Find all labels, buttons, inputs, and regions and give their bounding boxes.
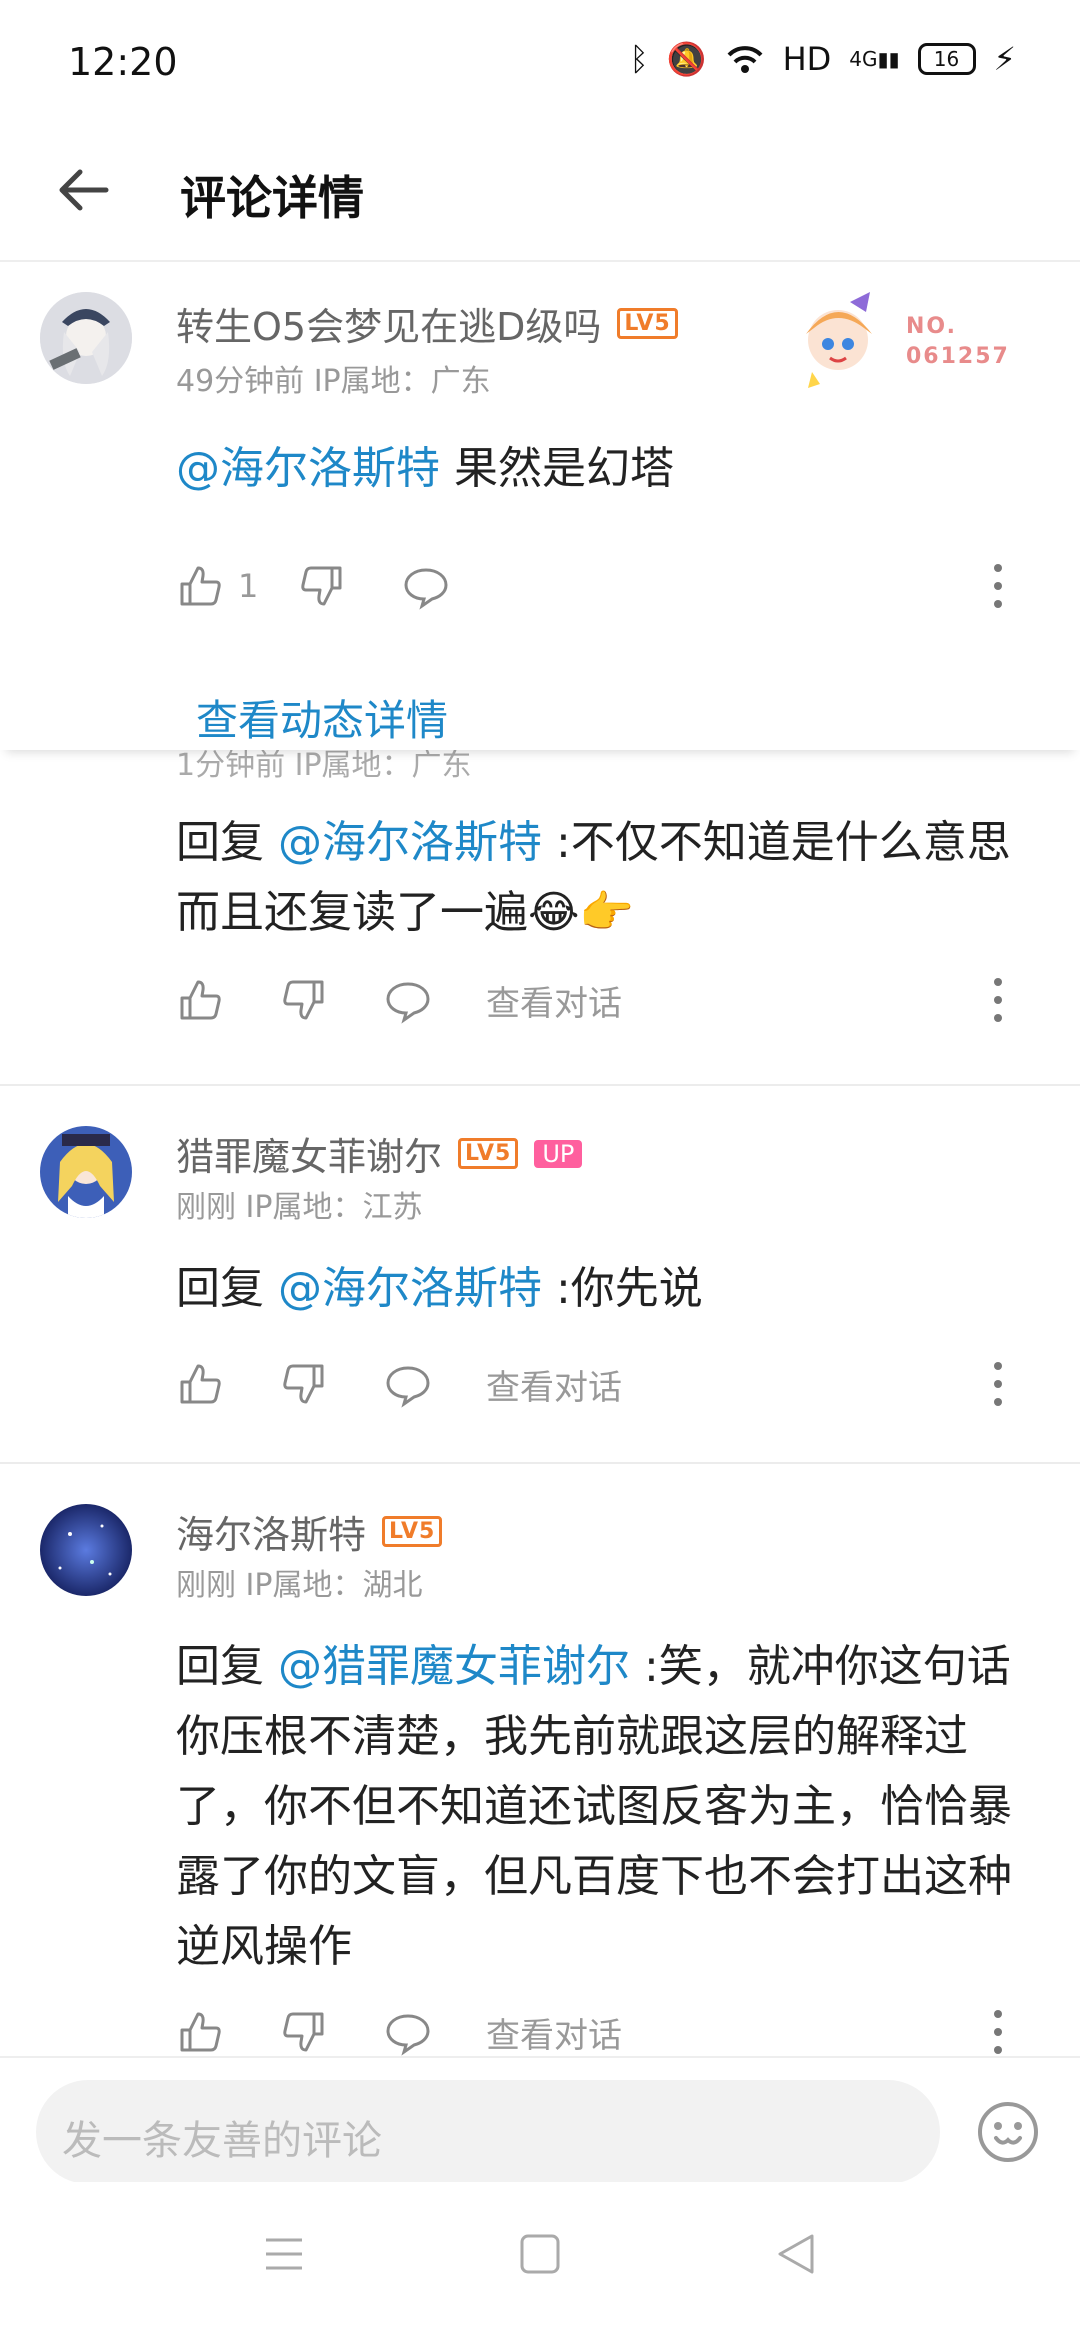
mention-link[interactable]: @海尔洛斯特 xyxy=(278,1263,542,1314)
like-icon[interactable] xyxy=(176,562,224,610)
charging-icon: ⚡ xyxy=(993,40,1016,78)
bluetooth-icon: ᛒ xyxy=(629,40,649,78)
comment-actions: 1 xyxy=(176,556,1006,616)
like-icon[interactable] xyxy=(176,976,224,1024)
like-count: 1 xyxy=(238,567,259,605)
main-comment-card: 转生O5会梦见在逃D级吗 LV5 49分钟前 IP属地：广东 NO. 06125… xyxy=(0,262,1080,750)
network-label: HD xyxy=(782,40,832,78)
wifi-icon xyxy=(727,46,763,73)
header: 评论详情 xyxy=(0,120,1080,262)
username[interactable]: 猎罪魔女菲谢尔 xyxy=(176,1126,442,1181)
battery-icon: 16 xyxy=(917,43,976,75)
status-time: 12:20 xyxy=(68,40,178,84)
comment-input[interactable]: 发一条友善的评论 xyxy=(36,2080,940,2184)
avatar[interactable] xyxy=(40,1126,132,1218)
comment-input-placeholder: 发一条友善的评论 xyxy=(62,2118,382,2164)
fan-medal: NO. 061257 xyxy=(790,284,1020,394)
mention-link[interactable]: @海尔洛斯特 xyxy=(176,443,440,494)
comment-meta: 49分钟前 IP属地：广东 xyxy=(176,364,491,399)
comment-text: @海尔洛斯特 果然是幻塔 xyxy=(176,443,674,494)
comment-actions: 查看对话 xyxy=(176,1354,1006,1414)
level-badge: LV5 xyxy=(458,1138,519,1169)
view-conversation-link[interactable]: 查看对话 xyxy=(486,2008,622,2057)
username[interactable]: 海尔洛斯特 xyxy=(176,1504,366,1559)
home-nav-icon[interactable] xyxy=(518,2232,562,2276)
comment-icon[interactable] xyxy=(384,976,432,1024)
mention-link[interactable]: @海尔洛斯特 xyxy=(278,817,542,868)
comment-text: 回复 @海尔洛斯特 :不仅不知道是什么意思而且还复读了一遍😂👉 xyxy=(176,817,1011,938)
page-title: 评论详情 xyxy=(180,171,364,225)
like-icon[interactable] xyxy=(176,2008,224,2056)
username[interactable]: 转生O5会梦见在逃D级吗 xyxy=(176,296,601,351)
comment-actions: 查看对话 xyxy=(176,2002,1006,2062)
comment-icon[interactable] xyxy=(402,562,450,610)
medal-character-icon xyxy=(806,292,872,388)
view-conversation-link[interactable]: 查看对话 xyxy=(486,1360,622,1409)
view-post-detail-link[interactable]: 查看动态详情 xyxy=(196,687,448,748)
reply-card: 猎罪魔女菲谢尔 LV5 UP 刚刚 IP属地：江苏 回复 @海尔洛斯特 :你先说… xyxy=(0,1086,1080,1462)
view-conversation-link[interactable]: 查看对话 xyxy=(486,976,622,1025)
mention-link[interactable]: @猎罪魔女菲谢尔 xyxy=(278,1641,630,1692)
dislike-icon[interactable] xyxy=(280,976,328,1024)
comment-meta: 刚刚 IP属地：江苏 xyxy=(176,1190,423,1225)
back-nav-icon[interactable] xyxy=(774,2232,818,2276)
comment-text: 回复 @猎罪魔女菲谢尔 :笑，就冲你这句话你压根不清楚，我先前就跟这层的解释过了… xyxy=(176,1641,1012,1972)
username-row: 猎罪魔女菲谢尔 LV5 UP xyxy=(176,1126,583,1181)
mute-icon: 🔕 xyxy=(666,40,707,78)
more-icon[interactable] xyxy=(990,976,1006,1024)
level-badge: LV5 xyxy=(617,308,678,339)
like-icon[interactable] xyxy=(176,1360,224,1408)
system-nav-bar xyxy=(0,2182,1080,2340)
level-badge: LV5 xyxy=(382,1516,443,1547)
comment-actions: 查看对话 xyxy=(176,970,1006,1030)
up-badge: UP xyxy=(534,1139,583,1168)
signal-icon: 4G▮▮ xyxy=(849,47,900,71)
dislike-icon[interactable] xyxy=(280,1360,328,1408)
medal-number: 061257 xyxy=(906,344,1010,369)
username-row: 转生O5会梦见在逃D级吗 LV5 xyxy=(176,296,678,351)
more-icon[interactable] xyxy=(990,2008,1006,2056)
avatar[interactable] xyxy=(40,292,132,384)
comment-input-bar: 发一条友善的评论 xyxy=(0,2056,1080,2184)
username-row: 海尔洛斯特 LV5 xyxy=(176,1504,443,1559)
reply-card: 海尔洛斯特 LV5 刚刚 IP属地：湖北 回复 @猎罪魔女菲谢尔 :笑，就冲你这… xyxy=(0,1464,1080,2056)
status-icons: ᛒ 🔕 HD 4G▮▮ 16 ⚡ xyxy=(630,40,1016,78)
comment-icon[interactable] xyxy=(384,1360,432,1408)
dislike-icon[interactable] xyxy=(280,2008,328,2056)
partial-reply-card: 1分钟前 IP属地：广东 回复 @海尔洛斯特 :不仅不知道是什么意思而且还复读了… xyxy=(0,740,1080,1080)
status-bar: 12:20 ᛒ 🔕 HD 4G▮▮ 16 ⚡ xyxy=(0,0,1080,120)
more-icon[interactable] xyxy=(990,562,1006,610)
back-arrow-icon[interactable] xyxy=(52,158,116,222)
medal-label: NO. xyxy=(906,314,957,339)
menu-nav-icon[interactable] xyxy=(262,2232,306,2276)
dislike-icon[interactable] xyxy=(298,562,346,610)
avatar[interactable] xyxy=(40,1504,132,1596)
more-icon[interactable] xyxy=(990,1360,1006,1408)
comment-text: 回复 @海尔洛斯特 :你先说 xyxy=(176,1263,703,1314)
emoji-icon[interactable] xyxy=(976,2100,1040,2164)
comment-meta: 刚刚 IP属地：湖北 xyxy=(176,1568,423,1603)
comment-icon[interactable] xyxy=(384,2008,432,2056)
